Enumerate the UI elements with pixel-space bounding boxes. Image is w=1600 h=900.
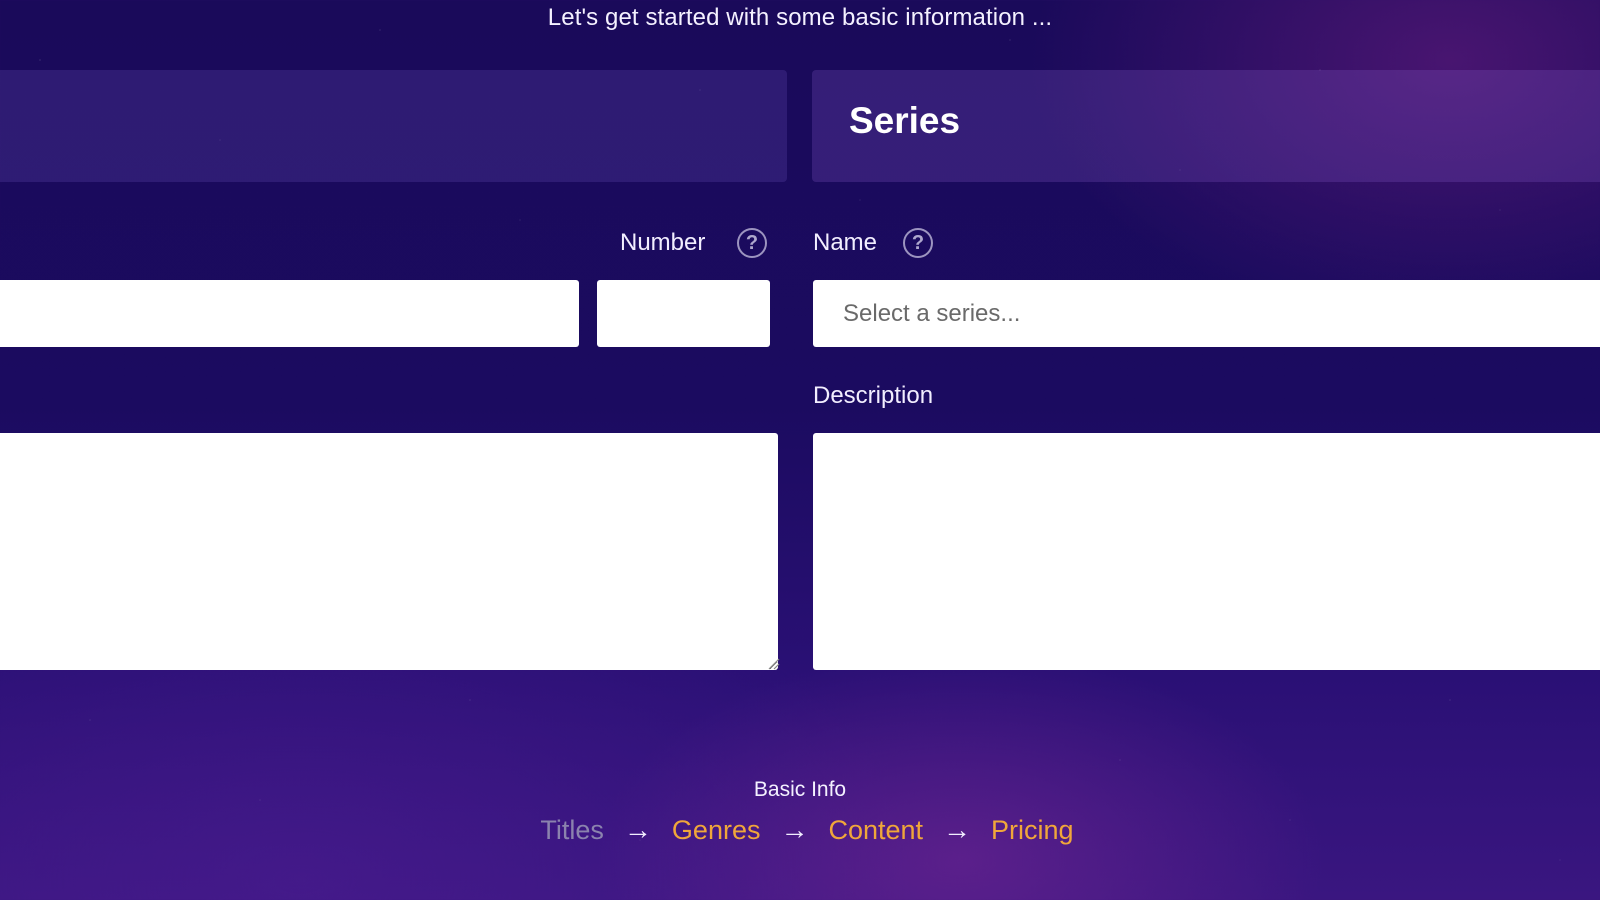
wizard-steps-breadcrumb: Titles → Genres → Content → Pricing	[0, 814, 1600, 846]
number-input[interactable]	[597, 280, 770, 347]
title-description-textarea[interactable]	[0, 433, 778, 670]
series-description-label: Description	[813, 382, 934, 409]
wizard-step-titles[interactable]: Titles	[540, 815, 604, 846]
wizard-step-pricing[interactable]: Pricing	[991, 815, 1074, 846]
number-label: Number	[620, 229, 706, 256]
wizard-step-genres[interactable]: Genres	[672, 815, 761, 846]
title-input[interactable]	[0, 280, 579, 347]
arrow-right-icon: →	[943, 814, 972, 845]
series-name-select[interactable]	[813, 280, 1600, 347]
series-panel-title: Series	[849, 100, 961, 141]
question-circle-icon[interactable]: ?	[737, 228, 767, 258]
wizard-step-content[interactable]: Content	[828, 815, 923, 846]
intro-message: Let's get started with some basic inform…	[547, 4, 1053, 31]
arrow-right-icon: →	[623, 814, 652, 845]
question-circle-icon[interactable]: ?	[903, 228, 933, 258]
series-panel-header: Series	[812, 70, 1600, 182]
titles-panel-header	[0, 70, 787, 182]
series-name-label: Name	[813, 229, 878, 256]
series-description-textarea[interactable]	[813, 433, 1600, 670]
arrow-right-icon: →	[780, 814, 809, 845]
wizard-current-step-name: Basic Info	[753, 778, 847, 801]
